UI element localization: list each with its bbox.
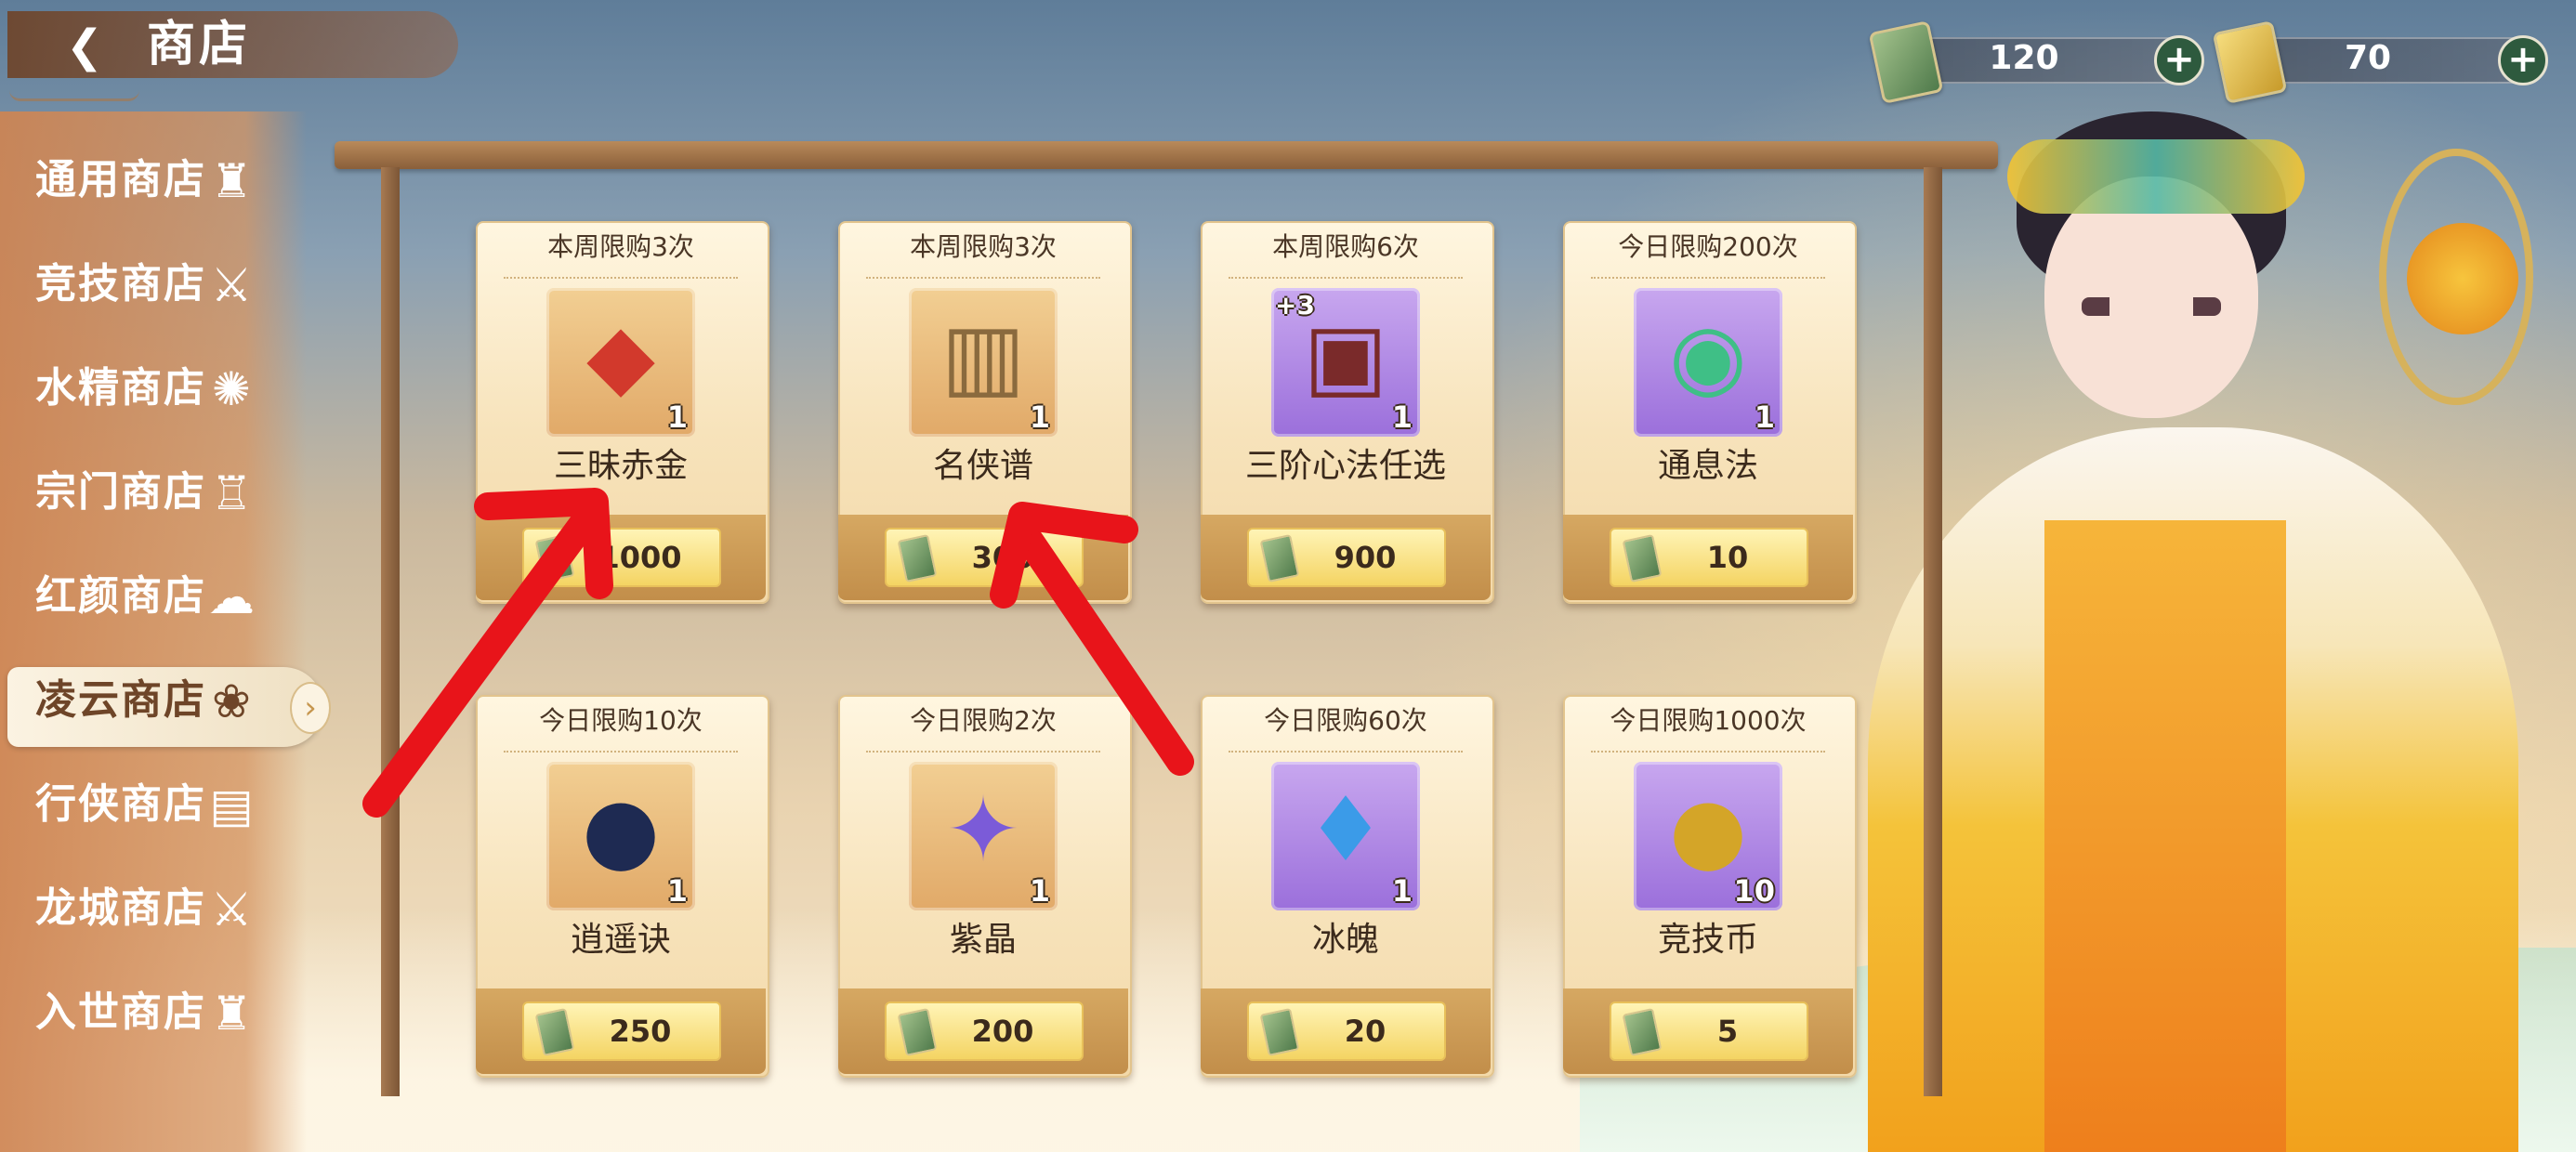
red-arrow-left bbox=[362, 488, 613, 818]
annotation-arrows bbox=[362, 488, 1194, 818]
red-arrow-right bbox=[990, 502, 1194, 776]
